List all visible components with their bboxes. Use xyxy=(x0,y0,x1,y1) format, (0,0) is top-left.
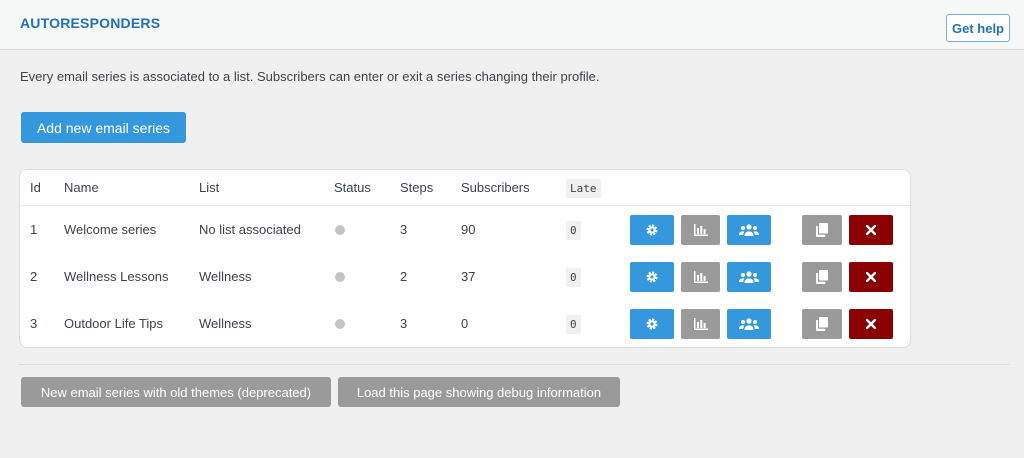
table-row: 3 Outdoor Life Tips Wellness 3 0 0 xyxy=(20,300,910,347)
settings-button[interactable] xyxy=(630,215,674,245)
column-header-steps: Steps xyxy=(400,180,434,195)
row-name: Outdoor Life Tips xyxy=(64,316,163,331)
delete-icon xyxy=(866,319,876,329)
section-divider xyxy=(19,364,1010,365)
settings-button[interactable] xyxy=(630,262,674,292)
row-late: 0 xyxy=(566,221,581,240)
settings-button[interactable] xyxy=(630,309,674,339)
intro-text: Every email series is associated to a li… xyxy=(20,69,600,84)
subscribers-button[interactable] xyxy=(727,262,771,292)
status-indicator xyxy=(335,225,345,235)
status-indicator xyxy=(335,272,345,282)
row-list: Wellness xyxy=(199,269,252,284)
top-bar: AUTORESPONDERS Get help xyxy=(0,0,1024,50)
row-list: Wellness xyxy=(199,316,252,331)
column-header-status: Status xyxy=(334,180,371,195)
email-series-table: Id Name List Status Steps Subscribers La… xyxy=(19,169,911,348)
row-subscribers: 90 xyxy=(461,222,476,237)
delete-button[interactable] xyxy=(849,215,893,245)
chart-icon xyxy=(693,224,708,236)
table-row: 1 Welcome series No list associated 3 90… xyxy=(20,206,910,253)
row-late: 0 xyxy=(566,315,581,334)
row-subscribers: 37 xyxy=(461,269,476,284)
gear-icon xyxy=(645,223,659,237)
column-header-late: Late xyxy=(566,179,601,198)
statistics-button[interactable] xyxy=(681,215,720,245)
row-list: No list associated xyxy=(199,222,301,237)
row-id: 2 xyxy=(30,269,38,284)
row-steps: 3 xyxy=(400,316,408,331)
subscribers-button[interactable] xyxy=(727,309,771,339)
row-steps: 2 xyxy=(400,269,408,284)
duplicate-button[interactable] xyxy=(802,215,842,245)
gear-icon xyxy=(645,270,659,284)
duplicate-button[interactable] xyxy=(802,309,842,339)
add-new-email-series-button[interactable]: Add new email series xyxy=(21,112,186,143)
delete-icon xyxy=(866,272,876,282)
page-title: AUTORESPONDERS xyxy=(20,15,161,31)
delete-icon xyxy=(866,225,876,235)
chart-icon xyxy=(693,271,708,283)
chart-icon xyxy=(693,318,708,330)
table-row: 2 Wellness Lessons Wellness 2 37 0 xyxy=(20,253,910,300)
row-id: 3 xyxy=(30,316,38,331)
copy-icon xyxy=(816,317,828,331)
delete-button[interactable] xyxy=(849,309,893,339)
row-subscribers: 0 xyxy=(461,316,469,331)
users-icon xyxy=(739,271,759,283)
old-themes-button[interactable]: New email series with old themes (deprec… xyxy=(21,377,331,407)
subscribers-button[interactable] xyxy=(727,215,771,245)
column-header-id: Id xyxy=(30,180,41,195)
row-steps: 3 xyxy=(400,222,408,237)
duplicate-button[interactable] xyxy=(802,262,842,292)
status-indicator xyxy=(335,319,345,329)
row-late: 0 xyxy=(566,268,581,287)
gear-icon xyxy=(645,317,659,331)
delete-button[interactable] xyxy=(849,262,893,292)
users-icon xyxy=(739,224,759,236)
users-icon xyxy=(739,318,759,330)
statistics-button[interactable] xyxy=(681,309,720,339)
debug-info-button[interactable]: Load this page showing debug information xyxy=(338,377,620,407)
copy-icon xyxy=(816,223,828,237)
copy-icon xyxy=(816,270,828,284)
statistics-button[interactable] xyxy=(681,262,720,292)
get-help-button[interactable]: Get help xyxy=(946,14,1010,42)
column-header-name: Name xyxy=(64,180,99,195)
column-header-subscribers: Subscribers xyxy=(461,180,530,195)
row-id: 1 xyxy=(30,222,38,237)
row-name: Wellness Lessons xyxy=(64,269,169,284)
row-name: Welcome series xyxy=(64,222,157,237)
column-header-list: List xyxy=(199,180,220,195)
table-header: Id Name List Status Steps Subscribers La… xyxy=(20,170,910,206)
